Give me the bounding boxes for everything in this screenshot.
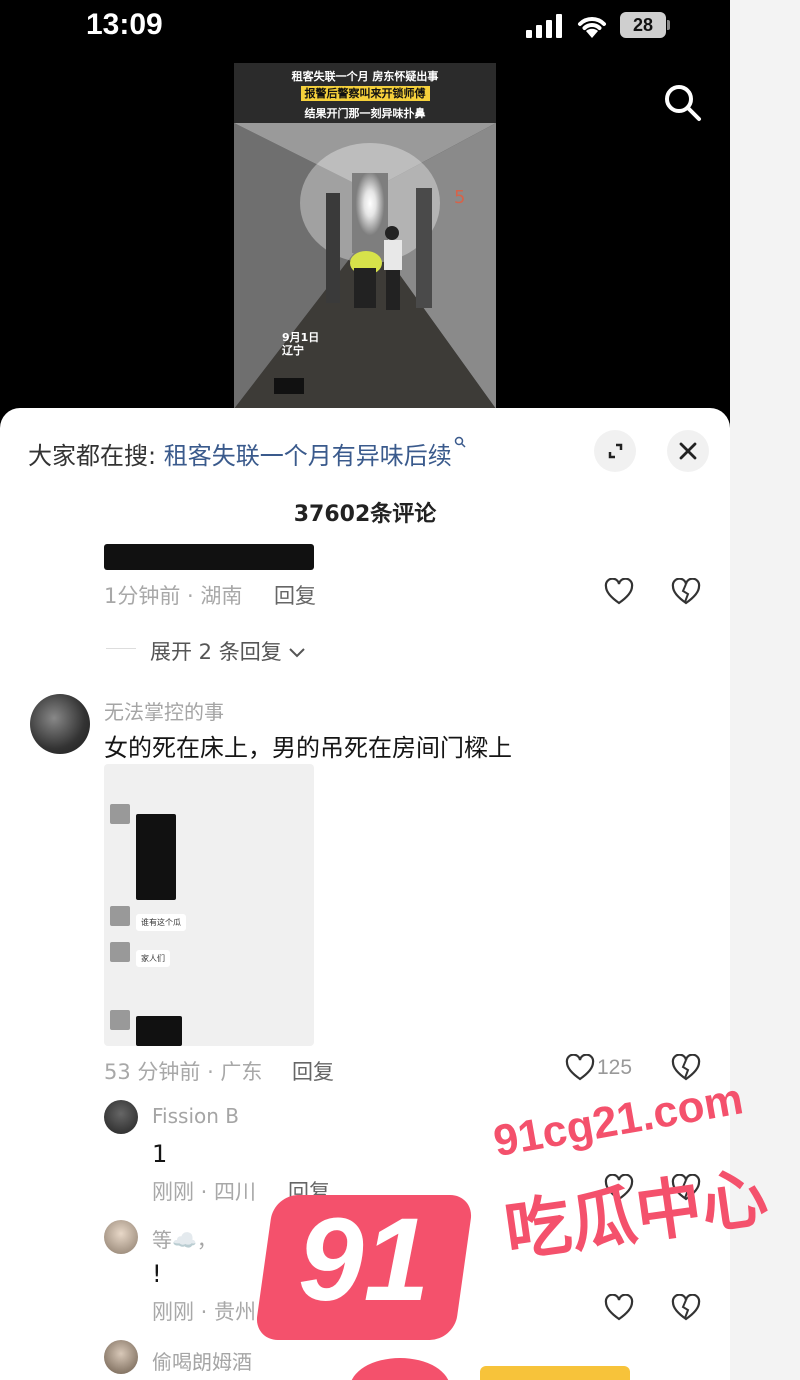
reply-username[interactable]: 偷喝朗姆酒 (152, 1346, 252, 1375)
like-heart-icon[interactable] (604, 1294, 634, 1322)
screenshot-bubble: 家人们 (136, 950, 170, 967)
reply-text: ! (152, 1260, 162, 1288)
chevron-down-icon (289, 648, 306, 658)
reply-meta: 刚刚 · 四川 (152, 1180, 257, 1204)
video-caption-2: 报警后警察叫来开锁师傅 (234, 85, 496, 101)
search-suggestion[interactable]: 大家都在搜: 租客失联一个月有异味后续 (28, 436, 466, 471)
avatar[interactable] (104, 1340, 138, 1374)
close-button[interactable] (667, 430, 709, 472)
avatar[interactable] (104, 1220, 138, 1254)
video-caption-3: 结果开门那一刻异味扑鼻 (304, 107, 426, 120)
comment-meta: 53 分钟前 · 广东 (104, 1060, 263, 1084)
reply-meta: 刚刚 · 贵州 (152, 1300, 257, 1324)
avatar[interactable] (30, 694, 90, 754)
expand-replies-button[interactable]: 展开 2 条回复 (150, 636, 306, 666)
video-date: 9月1日 辽宁 (282, 331, 320, 357)
search-suggestion-query[interactable]: 租客失联一个月有异味后续 (164, 442, 452, 470)
reply-username[interactable]: Fission B (152, 1104, 239, 1128)
battery-icon: 28 (620, 12, 670, 38)
like-count: 125 (597, 1056, 633, 1079)
reply-text: 1 (152, 1140, 168, 1168)
screenshot-video-thumb (136, 814, 176, 900)
video-player[interactable]: 5 租客失联一个月 房东怀疑出事 报警后警察叫来开锁师傅 结果开门那一刻异味扑鼻… (234, 63, 496, 409)
small-search-icon (454, 436, 466, 448)
status-bar: 13:09 28 (0, 0, 730, 56)
redacted-comment-text (104, 544, 314, 570)
video-caption-1: 租客失联一个月 房东怀疑出事 (291, 70, 439, 83)
screenshot-bubble: 谁有这个瓜 (136, 914, 186, 931)
like-heart-icon[interactable] (604, 578, 634, 606)
expand-icon (608, 443, 623, 459)
comment-count: 37602条评论 (293, 502, 437, 527)
battery-level: 28 (620, 12, 666, 38)
wifi-icon (578, 17, 606, 38)
watermark-partial-logo (351, 1358, 630, 1380)
comment-meta: 1分钟前 · 湖南 (104, 584, 243, 608)
signal-icon (526, 14, 564, 38)
reply-button[interactable]: 回复 (274, 580, 316, 610)
expand-divider (106, 648, 136, 649)
avatar[interactable] (104, 1100, 138, 1134)
reply-username[interactable]: 等☁️， (152, 1224, 217, 1253)
broken-heart-icon[interactable] (671, 578, 701, 606)
watermark-number: 91 (298, 1194, 430, 1326)
door-number: 5 (454, 187, 465, 208)
broken-heart-icon[interactable] (671, 1054, 701, 1082)
comment-username[interactable]: 无法掌控的事 (104, 696, 224, 725)
reply-button[interactable]: 回复 (292, 1056, 334, 1086)
expand-button[interactable] (594, 430, 636, 472)
broken-heart-icon[interactable] (671, 1294, 701, 1322)
search-suggestion-prefix: 大家都在搜: (28, 442, 157, 470)
like-heart-icon[interactable] (565, 1054, 595, 1082)
close-icon (679, 442, 697, 460)
status-time: 13:09 (86, 8, 163, 41)
search-icon[interactable] (660, 80, 704, 124)
comment-image[interactable]: 谁有这个瓜 家人们 (104, 764, 314, 1046)
comment-text: 女的死在床上，男的吊死在房间门樑上 (104, 734, 512, 762)
